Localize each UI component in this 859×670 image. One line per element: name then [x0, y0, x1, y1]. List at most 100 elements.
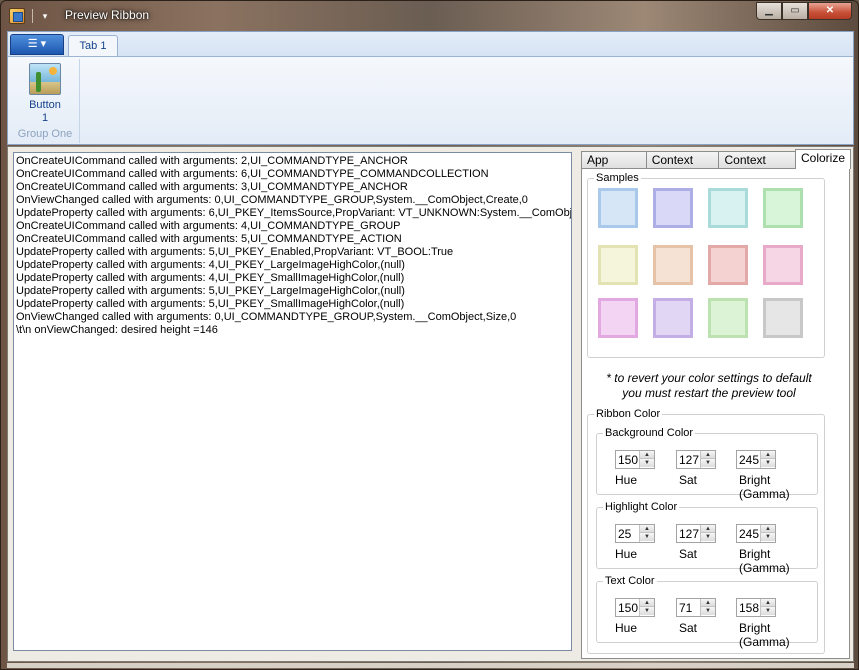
- background-sat-spinner[interactable]: 127 ▲ ▼: [676, 450, 716, 469]
- highlight-sat-spinner[interactable]: 127 ▲ ▼: [676, 524, 716, 543]
- app-icon[interactable]: [9, 8, 25, 24]
- revert-note-line-2: you must restart the preview tool: [622, 386, 796, 400]
- color-swatch[interactable]: [653, 188, 693, 228]
- ribbon-group-one: Button 1 Group One: [10, 59, 80, 143]
- ribbon-tab-row: ☰ ▾ Tab 1: [8, 32, 853, 57]
- panel-tabs: App Modes Context Tabs Context Maps Colo…: [581, 149, 851, 183]
- bottom-frame: [7, 663, 854, 668]
- spin-down-icon[interactable]: ▼: [761, 607, 775, 615]
- hue-label: Hue: [615, 621, 638, 635]
- background-hue-value: 150: [618, 453, 639, 467]
- ribbon-tab-body: Button 1 Group One: [8, 56, 853, 144]
- color-swatch[interactable]: [598, 245, 638, 285]
- spin-down-icon[interactable]: ▼: [640, 533, 654, 541]
- log-line: UpdateProperty called with arguments: 5,…: [16, 298, 405, 310]
- background-bright-value: 245: [739, 453, 760, 467]
- ribbon-tab-1[interactable]: Tab 1: [68, 35, 118, 57]
- tab-context-tabs[interactable]: Context Tabs: [645, 151, 720, 183]
- main-window: ▾ Preview Ribbon ▁ ▭ ✕ ☰ ▾ Tab 1 Button …: [0, 0, 859, 670]
- splitter[interactable]: [574, 152, 580, 651]
- text-hue-spinner[interactable]: 150 ▲ ▼: [615, 598, 655, 617]
- spin-up-icon[interactable]: ▲: [701, 451, 715, 459]
- color-swatch[interactable]: [708, 245, 748, 285]
- cactus-image-icon: [29, 63, 61, 95]
- text-hue-value: 150: [618, 601, 639, 615]
- color-swatch[interactable]: [598, 298, 638, 338]
- spin-down-icon[interactable]: ▼: [701, 459, 715, 467]
- spin-down-icon[interactable]: ▼: [761, 459, 775, 467]
- text-color-group: Text Color 150 ▲ ▼ 71 ▲ ▼ 158 ▲ ▼ Hue Sa…: [596, 574, 818, 649]
- log-line: UpdateProperty called with arguments: 5,…: [16, 246, 454, 258]
- highlight-sat-value: 127: [679, 527, 700, 541]
- ribbon: ☰ ▾ Tab 1 Button 1 Group One: [7, 31, 854, 145]
- background-hue-spinner[interactable]: 150 ▲ ▼: [615, 450, 655, 469]
- spin-up-icon[interactable]: ▲: [640, 451, 654, 459]
- log-line: UpdateProperty called with arguments: 4,…: [16, 259, 405, 271]
- color-swatch[interactable]: [653, 298, 693, 338]
- sat-label: Sat: [679, 621, 698, 635]
- spin-up-icon[interactable]: ▲: [761, 599, 775, 607]
- background-color-group: Background Color 150 ▲▼ 127 ▲▼ 245 ▲▼: [596, 426, 818, 501]
- ribbon-group-label: Group One: [17, 128, 73, 140]
- client-area: OnCreateUICommand called with arguments:…: [7, 146, 854, 662]
- maximize-button[interactable]: ▭: [782, 2, 808, 20]
- revert-note-line-1: * to revert your color settings to defau…: [606, 371, 812, 385]
- text-sat-spinner[interactable]: 71 ▲ ▼: [676, 598, 716, 617]
- log-line: \t\n onViewChanged: desired height =146: [16, 324, 218, 336]
- spin-down-icon[interactable]: ▼: [640, 607, 654, 615]
- log-line: UpdateProperty called with arguments: 6,…: [16, 207, 572, 219]
- application-menu-button[interactable]: ☰ ▾: [10, 34, 64, 55]
- spin-up-icon[interactable]: ▲: [701, 525, 715, 533]
- spin-down-icon[interactable]: ▼: [640, 459, 654, 467]
- bright-label: Bright (Gamma): [739, 547, 790, 575]
- log-line: OnCreateUICommand called with arguments:…: [16, 155, 408, 167]
- text-bright-spinner[interactable]: 158 ▲ ▼: [736, 598, 776, 617]
- bright-label: Bright (Gamma): [739, 621, 790, 649]
- caption-buttons: ▁ ▭ ✕: [756, 2, 852, 20]
- qat-dropdown-icon[interactable]: ▾: [38, 8, 52, 24]
- spin-down-icon[interactable]: ▼: [701, 607, 715, 615]
- color-swatch[interactable]: [763, 298, 803, 338]
- spin-up-icon[interactable]: ▲: [761, 451, 775, 459]
- highlight-hue-value: 25: [618, 527, 632, 541]
- hue-label: Hue: [615, 473, 638, 487]
- color-swatch[interactable]: [708, 298, 748, 338]
- highlight-hue-spinner[interactable]: 25 ▲ ▼: [615, 524, 655, 543]
- spin-down-icon[interactable]: ▼: [701, 533, 715, 541]
- background-bright-spinner[interactable]: 245 ▲ ▼: [736, 450, 776, 469]
- log-line: UpdateProperty called with arguments: 5,…: [16, 285, 405, 297]
- ribbon-color-group: Ribbon Color Background Color 150 ▲ ▼ 127…: [587, 407, 825, 654]
- title-bar[interactable]: ▾ Preview Ribbon ▁ ▭ ✕: [1, 1, 858, 31]
- text-color-title: Text Color: [603, 574, 657, 588]
- highlight-bright-spinner[interactable]: 245 ▲ ▼: [736, 524, 776, 543]
- log-line: OnViewChanged called with arguments: 0,U…: [16, 194, 528, 206]
- sat-label: Sat: [679, 547, 698, 561]
- spin-up-icon[interactable]: ▲: [640, 599, 654, 607]
- color-swatch[interactable]: [763, 245, 803, 285]
- spin-down-icon[interactable]: ▼: [761, 533, 775, 541]
- ribbon-button-1[interactable]: Button 1: [18, 61, 72, 125]
- log-line: OnCreateUICommand called with arguments:…: [16, 168, 489, 180]
- text-bright-value: 158: [739, 601, 760, 615]
- spin-up-icon[interactable]: ▲: [701, 599, 715, 607]
- minimize-button[interactable]: ▁: [756, 2, 782, 20]
- color-swatch[interactable]: [653, 245, 693, 285]
- log-line: OnCreateUICommand called with arguments:…: [16, 233, 402, 245]
- color-swatch[interactable]: [598, 188, 638, 228]
- spin-up-icon[interactable]: ▲: [761, 525, 775, 533]
- log-line: OnCreateUICommand called with arguments:…: [16, 220, 401, 232]
- tab-app-modes[interactable]: App Modes: [581, 151, 647, 183]
- close-button[interactable]: ✕: [808, 2, 852, 20]
- color-swatch[interactable]: [763, 188, 803, 228]
- spin-up-icon[interactable]: ▲: [640, 525, 654, 533]
- window-title: Preview Ribbon: [65, 8, 150, 22]
- highlight-bright-value: 245: [739, 527, 760, 541]
- color-swatch[interactable]: [708, 188, 748, 228]
- log-line: OnViewChanged called with arguments: 0,U…: [16, 311, 517, 323]
- revert-note: * to revert your color settings to defau…: [582, 371, 836, 401]
- log-textbox[interactable]: OnCreateUICommand called with arguments:…: [13, 152, 572, 651]
- ribbon-color-title: Ribbon Color: [594, 407, 663, 421]
- tab-colorize[interactable]: Colorize: [794, 149, 851, 169]
- tab-context-maps[interactable]: Context Maps: [718, 151, 796, 183]
- background-color-title: Background Color: [603, 426, 696, 440]
